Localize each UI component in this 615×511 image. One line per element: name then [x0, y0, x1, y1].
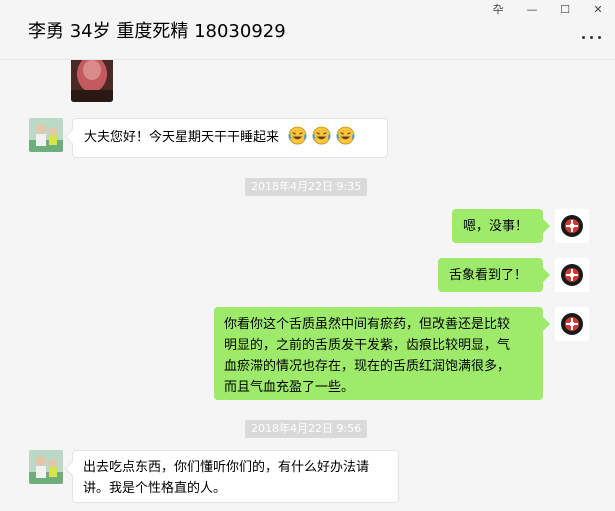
- my-avatar-icon: [555, 258, 589, 292]
- my-avatar[interactable]: [555, 307, 589, 341]
- outgoing-message[interactable]: 你看你这个舌质虽然中间有瘀药，但改善还是比较 明显的，之前的舌质发干发紫，齿痕比…: [214, 307, 543, 400]
- message-line: 出去吃点东西，你们懂听你们的，有什么好办法请: [83, 460, 370, 475]
- incoming-message[interactable]: 出去吃点东西，你们懂听你们的，有什么好办法请 讲。我是个性格直的人。: [72, 450, 399, 503]
- message-text: 舌象看到了！: [449, 268, 528, 283]
- my-avatar-icon: [555, 209, 589, 243]
- title-bar: 李勇 34岁 重度死精 18030929 卆 — ☐ ✕: [0, 0, 615, 60]
- my-avatar[interactable]: [555, 258, 589, 292]
- message-line: 血瘀滞的情况也存在，现在的舌质红润饱满很多，: [224, 359, 511, 374]
- outgoing-message[interactable]: 嗯，没事！: [452, 209, 543, 243]
- minimize-button[interactable]: —: [522, 2, 542, 18]
- laugh-cry-emoji-icon: [336, 126, 355, 145]
- tongue-photo-message[interactable]: [71, 60, 113, 102]
- message-line: 而且气血充盈了一些。: [224, 380, 355, 395]
- contact-avatar-icon: [29, 118, 63, 152]
- my-avatar-icon: [555, 307, 589, 341]
- contact-avatar[interactable]: [29, 450, 63, 484]
- contact-avatar[interactable]: [29, 118, 63, 152]
- timestamp: 2018年4月22日 9:35: [245, 178, 368, 196]
- timestamp: 2018年4月22日 9:56: [245, 420, 368, 438]
- message-line: 讲。我是个性格直的人。: [83, 481, 227, 496]
- maximize-button[interactable]: ☐: [555, 2, 575, 18]
- close-button[interactable]: ✕: [588, 2, 608, 18]
- laugh-cry-emoji-icon: [288, 126, 307, 145]
- message-line: 明显的，之前的舌质发干发紫，齿痕比较明显，气: [224, 338, 511, 353]
- laugh-cry-emoji-icon: [312, 126, 331, 145]
- outgoing-message[interactable]: 舌象看到了！: [438, 258, 543, 292]
- message-line: 你看你这个舌质虽然中间有瘀药，但改善还是比较: [224, 317, 511, 332]
- chat-title: 李勇 34岁 重度死精 18030929: [28, 21, 286, 42]
- pin-button[interactable]: 卆: [488, 2, 508, 18]
- message-text: 大夫您好！今天星期天干干睡起来: [84, 130, 280, 145]
- more-options-icon[interactable]: [582, 36, 602, 42]
- incoming-message[interactable]: 大夫您好！今天星期天干干睡起来: [72, 118, 388, 158]
- message-text: 嗯，没事！: [463, 219, 529, 234]
- contact-avatar-icon: [29, 450, 63, 484]
- tongue-photo-icon: [71, 60, 113, 102]
- chat-area[interactable]: 大夫您好！今天星期天干干睡起来 2018年4月22日 9:35 嗯，没事！ 舌象…: [0, 60, 615, 511]
- my-avatar[interactable]: [555, 209, 589, 243]
